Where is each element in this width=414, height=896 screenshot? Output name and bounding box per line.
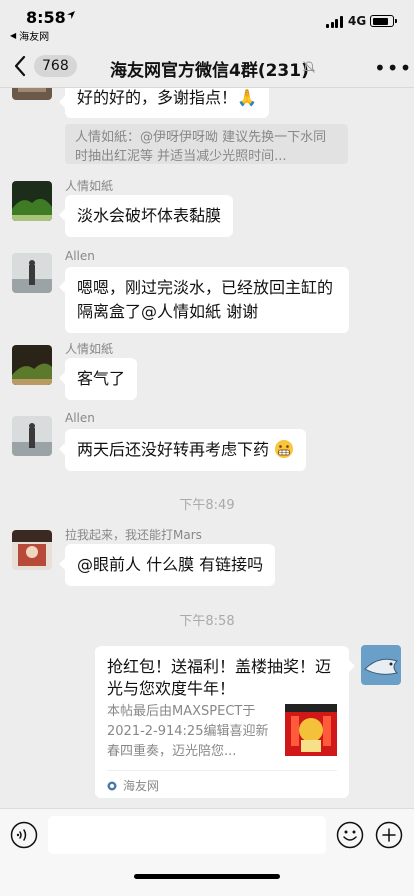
avatar[interactable]: [12, 345, 52, 385]
sender-name: 人情如紙: [65, 342, 114, 356]
link-card-source: 海友网: [107, 777, 159, 794]
message-bubble[interactable]: 好的好的，多谢指点！🙏: [59, 88, 269, 118]
mute-bell-icon: [302, 61, 316, 73]
back-to-app-label: 海友网: [19, 32, 50, 43]
grimace-emoji-icon: [275, 440, 294, 458]
quoted-text: 人情如紙：@伊呀伊呀呦 建议先换一下水同时抽出红泥等 并适当减少光照时间...: [75, 130, 327, 164]
message-text: 好的好的，多谢指点！🙏: [77, 88, 257, 107]
message-bubble[interactable]: 淡水会破坏体表黏膜: [58, 195, 234, 237]
sender-name: Allen: [65, 249, 95, 263]
source-logo-icon: [107, 781, 117, 790]
link-card-title: 抢红包！送福利！盖楼抽奖！迈光与您欢度牛年！: [107, 657, 332, 698]
status-bar: 8:58 ◀ 海友网 4G: [0, 0, 414, 44]
input-bar: [0, 808, 414, 896]
time-separator: 下午8:49: [179, 498, 235, 513]
emoji-button-icon[interactable]: [336, 821, 364, 849]
message-input[interactable]: [48, 816, 326, 854]
signal-icon: [326, 16, 343, 28]
message-text: 嗯嗯，刚过完淡水，已经放回主缸的隔离盒了@人情如紙 谢谢: [77, 278, 334, 321]
message-text: 两天后还没好转再考虑下药: [77, 440, 270, 459]
chat-header: 768 海友网官方微信4群(231) •••: [0, 44, 414, 88]
home-indicator[interactable]: [134, 874, 280, 879]
quoted-message[interactable]: 人情如紙：@伊呀伊呀呦 建议先换一下水同时抽出红泥等 并适当减少光照时间...: [65, 124, 348, 164]
link-card-description: 本帖最后由MAXSPECT于2021-2-914:25编辑喜迎新春四重奏，迈光陪…: [107, 704, 269, 759]
voice-input-icon[interactable]: [10, 821, 38, 849]
unread-count-badge[interactable]: 768: [34, 55, 77, 77]
avatar[interactable]: [12, 416, 52, 456]
link-card-divider: [107, 770, 337, 771]
link-card-source-label: 海友网: [123, 779, 160, 793]
message-bubble[interactable]: 客气了: [58, 358, 138, 400]
avatar[interactable]: [12, 88, 52, 100]
back-chevron-icon[interactable]: [12, 54, 28, 78]
sender-name: 拉我起来，我还能打Mars: [65, 528, 202, 542]
avatar[interactable]: [12, 530, 52, 570]
add-more-icon[interactable]: [375, 821, 403, 849]
message-bubble[interactable]: 嗯嗯，刚过完淡水，已经放回主缸的隔离盒了@人情如紙 谢谢: [59, 267, 349, 333]
back-to-app-link[interactable]: ◀ 海友网: [10, 28, 49, 43]
battery-icon: [370, 15, 397, 27]
more-options-icon[interactable]: •••: [374, 56, 412, 80]
avatar[interactable]: [12, 253, 52, 293]
sender-name: 人情如紙: [65, 179, 114, 193]
link-card[interactable]: 抢红包！送福利！盖楼抽奖！迈光与您欢度牛年！ 本帖最后由MAXSPECT于202…: [95, 646, 355, 798]
avatar[interactable]: [12, 181, 52, 221]
message-list[interactable]: 好的好的，多谢指点！🙏 人情如紙：@伊呀伊呀呦 建议先换一下水同时抽出红泥等 并…: [0, 88, 414, 808]
message-bubble[interactable]: @眼前人 什么膜 有链接吗: [58, 544, 276, 586]
link-card-thumbnail: [285, 704, 337, 756]
sender-name: Allen: [65, 411, 95, 425]
back-triangle-icon: ◀: [10, 31, 17, 40]
status-time: 8:58: [26, 8, 66, 27]
time-separator: 下午8:58: [179, 614, 235, 629]
my-avatar[interactable]: [361, 645, 401, 685]
network-type: 4G: [348, 14, 367, 28]
message-text: 淡水会破坏体表黏膜: [77, 206, 222, 225]
message-text: @眼前人 什么膜 有链接吗: [77, 555, 264, 574]
location-arrow-icon: [67, 11, 75, 19]
message-text: 客气了: [77, 369, 126, 388]
chat-title: 海友网官方微信4群(231): [110, 61, 309, 81]
message-bubble[interactable]: 两天后还没好转再考虑下药: [58, 429, 307, 471]
